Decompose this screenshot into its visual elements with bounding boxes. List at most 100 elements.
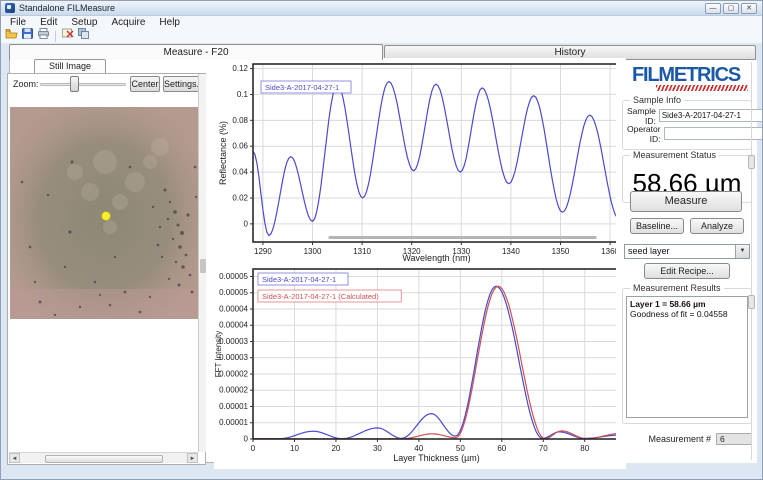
image-remove-icon[interactable] xyxy=(61,27,74,45)
measurement-results-list[interactable]: Layer 1 = 58.66 µmGoodness of fit = 0.04… xyxy=(626,296,748,418)
x-tick-label: 10 xyxy=(290,444,299,453)
x-tick-label: 1290 xyxy=(254,247,272,256)
control-panel: FILMETRICS Sample Info Sample ID: Operat… xyxy=(616,60,757,463)
x-tick-label: 80 xyxy=(580,444,589,453)
x-tick-label: 1300 xyxy=(304,247,322,256)
sample-id-label: Sample ID: xyxy=(627,106,659,126)
y-tick-label: 0.00005 xyxy=(219,272,248,281)
copy-windows-icon[interactable] xyxy=(77,27,90,45)
open-icon[interactable] xyxy=(5,27,18,45)
panel-splitter-track xyxy=(751,62,754,460)
y-axis-label: Reflectance (%) xyxy=(218,121,228,185)
fft-thickness-chart: 0 10 20 30 40 50 60 70 80 0 0.00001 0.00001 0.00002 0… xyxy=(214,264,626,469)
y-tick-label: 0.12 xyxy=(232,64,248,73)
analyze-button[interactable]: Analyze xyxy=(690,218,744,234)
y-tick-label: 0.00001 xyxy=(219,418,248,427)
maximize-button[interactable]: ▢ xyxy=(723,3,739,14)
reflectance-spectrum-chart: 1290130013101320133013401350136000.020.0… xyxy=(214,58,626,269)
x-tick-label: 0 xyxy=(251,444,256,453)
x-tick-label: 70 xyxy=(539,444,548,453)
center-button[interactable]: Center xyxy=(130,76,160,92)
y-tick-label: 0 xyxy=(244,435,249,444)
scroll-right-arrow-icon[interactable]: ► xyxy=(187,453,198,463)
result-line: Goodness of fit = 0.04558 xyxy=(630,309,744,319)
legend-label: Side3-A-2017-04-27-1 xyxy=(262,275,336,284)
logo-red-hatch xyxy=(656,85,748,91)
y-tick-label: 0.06 xyxy=(232,142,248,151)
minimize-button[interactable]: — xyxy=(705,3,721,14)
print-icon[interactable] xyxy=(37,27,50,45)
menu-bar: FileEditSetupAcquireHelp xyxy=(1,16,762,29)
y-tick-label: 0.08 xyxy=(232,116,248,125)
y-tick-label: 0.1 xyxy=(237,90,249,99)
measurement-number-field[interactable]: 6 xyxy=(716,433,752,445)
x-tick-label: 1340 xyxy=(502,247,520,256)
close-button[interactable]: ✕ xyxy=(741,3,757,14)
splitter-grip-lower[interactable] xyxy=(748,295,755,309)
camera-still-image[interactable] xyxy=(10,107,198,319)
operator-id-label: Operator ID: xyxy=(627,124,664,144)
x-tick-label: 20 xyxy=(331,444,340,453)
edit-recipe-button[interactable]: Edit Recipe... xyxy=(644,263,730,279)
vertical-scrollbar[interactable] xyxy=(198,74,206,452)
measurement-results-title: Measurement Results xyxy=(630,283,724,293)
measurement-number-row: Measurement # 6 xyxy=(622,432,752,446)
y-tick-label: 0.00005 xyxy=(219,288,248,297)
x-tick-label: 30 xyxy=(373,444,382,453)
tab-strip: Measure - F20 History xyxy=(1,44,762,59)
sample-info-group: Sample Info Sample ID: Operator ID: xyxy=(622,100,752,150)
chevron-down-icon[interactable]: ▼ xyxy=(735,245,749,258)
window-title: Standalone FILMeasure xyxy=(19,3,115,13)
tab-history[interactable]: History xyxy=(384,45,756,59)
y-tick-label: 0.00001 xyxy=(219,402,248,411)
menu-item-help[interactable]: Help xyxy=(152,16,187,29)
baseline-button[interactable]: Baseline... xyxy=(630,218,684,234)
measurement-number-label: Measurement # xyxy=(648,434,711,444)
y-tick-label: 0.04 xyxy=(232,168,248,177)
x-tick-label: 60 xyxy=(497,444,506,453)
tab-measure-f20[interactable]: Measure - F20 xyxy=(9,44,383,60)
window-controls: — ▢ ✕ xyxy=(705,3,757,14)
sample-info-title: Sample Info xyxy=(630,95,684,105)
splitter-grip-upper[interactable] xyxy=(748,155,755,169)
zoom-label: Zoom: xyxy=(13,79,39,89)
x-tick-label: 1350 xyxy=(552,247,570,256)
y-tick-label: 0.02 xyxy=(232,193,248,202)
x-tick-label: 1310 xyxy=(353,247,371,256)
measure-button[interactable]: Measure xyxy=(630,191,742,212)
x-tick-label: 50 xyxy=(456,444,465,453)
recipe-dropdown[interactable]: seed layer ▼ xyxy=(624,244,750,259)
legend-label: Side3-A-2017-04-27-1 xyxy=(265,83,339,92)
y-tick-label: 0.00002 xyxy=(219,369,248,378)
horizontal-scrollbar[interactable]: ◄ ► xyxy=(9,452,198,463)
tab-still-image[interactable]: Still Image xyxy=(34,59,106,73)
y-tick-label: 0.00003 xyxy=(219,337,248,346)
title-bar: Standalone FILMeasure xyxy=(1,1,762,16)
save-icon[interactable] xyxy=(21,27,34,45)
x-axis-label: Layer Thickness (µm) xyxy=(393,453,480,463)
filmetrics-logo: FILMETRICS xyxy=(623,64,749,87)
zoom-slider-track[interactable] xyxy=(40,83,126,86)
legend-label: Side3-A-2017-04-27-1 (Calculated) xyxy=(262,292,379,301)
sample-id-input[interactable] xyxy=(659,109,763,122)
vertical-scrollbar-thumb[interactable] xyxy=(200,259,206,273)
x-axis-label: Wavelength (nm) xyxy=(402,253,470,263)
y-tick-label: 0.00004 xyxy=(219,304,248,313)
y-tick-label: 0.00004 xyxy=(219,321,248,330)
zoom-slider-thumb[interactable] xyxy=(70,76,79,92)
app-icon xyxy=(5,3,15,13)
measurement-results-group: Measurement Results Layer 1 = 58.66 µmGo… xyxy=(622,288,752,424)
horizontal-scrollbar-thumb[interactable] xyxy=(45,455,163,463)
toolbar-separator xyxy=(55,31,56,42)
x-tick-label: 40 xyxy=(414,444,423,453)
still-image-panel: Zoom: Center Settings... ◄ ► xyxy=(7,73,206,465)
y-tick-label: 0.00002 xyxy=(219,386,248,395)
main-panel: Still Image Zoom: Center Settings... ◄ ►… xyxy=(9,59,756,463)
y-tick-label: 0.00003 xyxy=(219,353,248,362)
scroll-left-arrow-icon[interactable]: ◄ xyxy=(9,453,20,463)
operator-id-input[interactable] xyxy=(664,127,763,140)
toolbar xyxy=(1,29,762,44)
y-axis-label: FFT Intensity xyxy=(214,331,223,378)
measurement-spot-marker xyxy=(102,212,111,221)
menu-item-acquire[interactable]: Acquire xyxy=(105,16,153,29)
